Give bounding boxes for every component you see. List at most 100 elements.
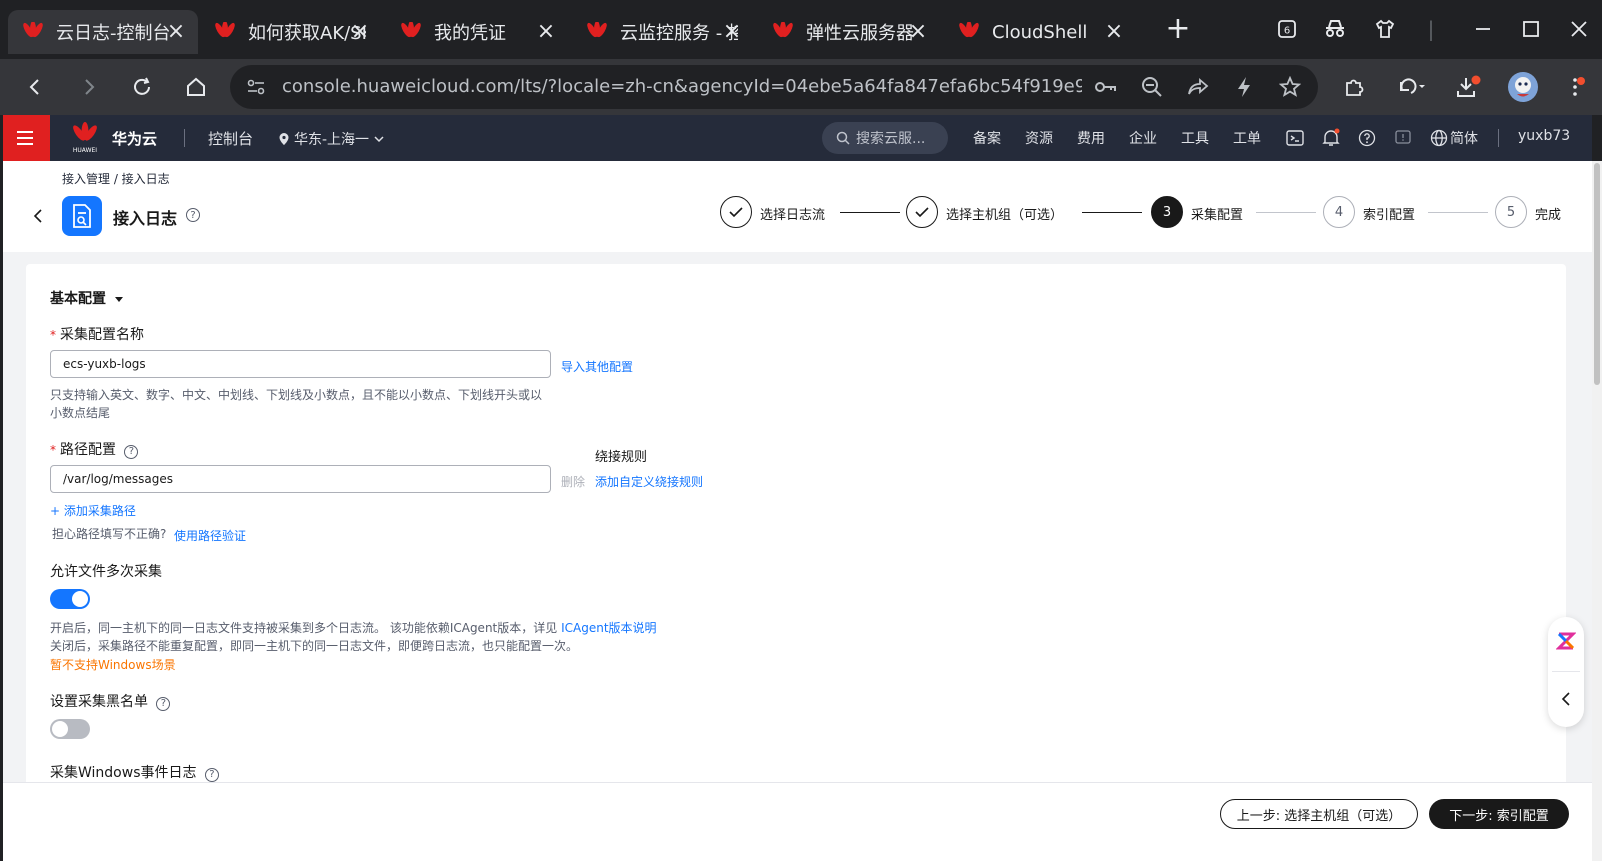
browser-tab[interactable]: 云监控服务 - 控制台 × [572, 10, 754, 54]
browser-tab-active[interactable]: 云日志-控制台 × [8, 10, 198, 54]
step-connector [840, 212, 900, 213]
window-close-icon[interactable] [1562, 12, 1596, 46]
nav-beian[interactable]: 备案 [973, 128, 1001, 148]
windows-event-label: 采集Windows事件日志 ? [50, 762, 219, 782]
forward-icon[interactable] [71, 69, 107, 105]
back-icon[interactable] [17, 69, 53, 105]
step-4-label: 索引配置 [1363, 208, 1416, 223]
tab-count-icon[interactable]: 6 [1270, 12, 1304, 46]
question-icon[interactable]: ? [124, 444, 139, 459]
icagent-version-link[interactable]: ICAgent版本说明 [561, 621, 656, 635]
nav-enterprise[interactable]: 企业 [1129, 128, 1157, 148]
scrollbar-thumb[interactable] [1594, 163, 1600, 385]
history-menu-icon[interactable] [1394, 69, 1430, 105]
bookmark-star-icon[interactable] [1276, 73, 1304, 101]
minimize-icon[interactable] [1466, 12, 1500, 46]
user-name[interactable]: yuxb73 [1518, 128, 1570, 144]
collapse-chevron-left-icon[interactable] [1558, 689, 1574, 709]
question-icon[interactable]: ? [204, 767, 219, 782]
region-selector[interactable]: 华东-上海一 [278, 129, 385, 149]
import-config-link[interactable]: 导入其他配置 [561, 358, 633, 375]
browser-toolbar: console.huaweicloud.com/lts/?locale=zh-c… [0, 59, 1602, 115]
huawei-logo-icon [212, 21, 238, 43]
browser-tab[interactable]: 如何获取AK/SK × [200, 10, 382, 54]
nav-tickets[interactable]: 工单 [1233, 128, 1261, 148]
reload-icon[interactable] [124, 69, 160, 105]
close-tab-icon[interactable]: × [534, 19, 558, 44]
blacklist-toggle[interactable] [50, 719, 90, 739]
breadcrumb[interactable]: 接入管理 / 接入日志 [62, 170, 170, 187]
back-arrow-icon[interactable] [30, 206, 46, 226]
step-connector [1256, 212, 1316, 213]
nav-resources[interactable]: 资源 [1025, 128, 1053, 148]
add-path-link[interactable]: + 添加采集路径 [50, 502, 136, 519]
browser-tab[interactable]: 弹性云服务器 × [758, 10, 940, 54]
zoom-out-icon[interactable] [1138, 73, 1166, 101]
add-bypass-rule-link[interactable]: 添加自定义绕接规则 [595, 473, 703, 490]
location-pin-icon [279, 133, 289, 145]
header-divider [1498, 129, 1499, 147]
url-text: console.huaweicloud.com/lts/?locale=zh-c… [282, 76, 1082, 97]
language-switch[interactable]: 简体 [1450, 128, 1478, 148]
maximize-icon[interactable] [1514, 12, 1548, 46]
blacklist-label: 设置采集黑名单 ? [50, 691, 171, 711]
shirt-icon[interactable] [1368, 12, 1402, 46]
assistant-icon[interactable] [1555, 631, 1577, 651]
step-5-label: 完成 [1535, 208, 1562, 223]
close-tab-icon[interactable]: × [720, 19, 744, 44]
extensions-icon[interactable] [1336, 69, 1372, 105]
question-icon[interactable]: ? [186, 208, 200, 222]
download-icon[interactable] [1450, 69, 1486, 105]
huawei-logo-icon [584, 21, 610, 43]
site-settings-icon[interactable] [242, 73, 270, 101]
lightning-icon[interactable] [1230, 73, 1258, 101]
help-icon[interactable] [1356, 127, 1378, 149]
multi-collect-toggle[interactable] [50, 589, 90, 609]
delete-path-link[interactable]: 删除 [561, 473, 585, 490]
feedback-icon[interactable] [1392, 127, 1414, 149]
form-footer: 上一步: 选择主机组（可选） 下一步: 索引配置 [0, 782, 1592, 861]
header-search[interactable]: 搜索云服... [822, 122, 948, 154]
path-verify-link[interactable]: 使用路径验证 [174, 527, 246, 544]
console-link[interactable]: 控制台 [208, 128, 253, 149]
globe-icon[interactable] [1428, 127, 1450, 149]
profile-avatar[interactable] [1505, 69, 1541, 105]
step-4-pending: 4 [1323, 196, 1355, 228]
bell-icon[interactable] [1320, 127, 1342, 149]
svg-text:6: 6 [1284, 26, 1290, 37]
close-tab-icon[interactable]: × [1102, 19, 1126, 44]
config-name-input[interactable]: ecs-yuxb-logs [50, 350, 551, 378]
cloudshell-icon[interactable] [1284, 127, 1306, 149]
hamburger-menu-icon[interactable] [0, 115, 50, 161]
path-config-label: * 路径配置 ? [50, 439, 139, 459]
brand-name[interactable]: 华为云 [112, 128, 157, 149]
huawei-logo-icon[interactable]: HUAWEI [70, 121, 100, 155]
section-basic-config[interactable]: 基本配置 [50, 288, 124, 308]
close-tab-icon[interactable]: × [348, 19, 372, 44]
huawei-logo-icon [20, 21, 46, 43]
close-tab-icon[interactable]: × [906, 19, 930, 44]
browser-menu-icon[interactable] [1560, 69, 1596, 105]
section-title-text: 基本配置 [50, 291, 106, 307]
next-step-button[interactable]: 下一步: 索引配置 [1429, 799, 1569, 829]
question-icon[interactable]: ? [156, 696, 171, 711]
window-edge [0, 115, 3, 861]
multi-collect-label: 允许文件多次采集 [50, 564, 162, 580]
browser-tab[interactable]: 我的凭证 × [386, 10, 568, 54]
home-icon[interactable] [178, 69, 214, 105]
prev-step-button[interactable]: 上一步: 选择主机组（可选） [1220, 799, 1418, 829]
log-service-icon [62, 196, 102, 236]
nav-billing[interactable]: 费用 [1077, 128, 1105, 148]
step-5-pending: 5 [1495, 196, 1527, 228]
address-bar[interactable]: console.huaweicloud.com/lts/?locale=zh-c… [230, 65, 1318, 109]
nav-tools[interactable]: 工具 [1181, 128, 1209, 148]
path-input[interactable]: /var/log/messages [50, 465, 551, 493]
share-icon[interactable] [1184, 73, 1212, 101]
step-1-label: 选择日志流 [760, 208, 826, 223]
new-tab-button[interactable]: + [1163, 14, 1193, 44]
step-1-done-icon [720, 196, 752, 228]
close-tab-icon[interactable]: × [164, 19, 188, 44]
browser-tab[interactable]: CloudShell × [944, 10, 1136, 54]
key-icon[interactable] [1092, 73, 1120, 101]
incognito-icon[interactable] [1318, 12, 1352, 46]
